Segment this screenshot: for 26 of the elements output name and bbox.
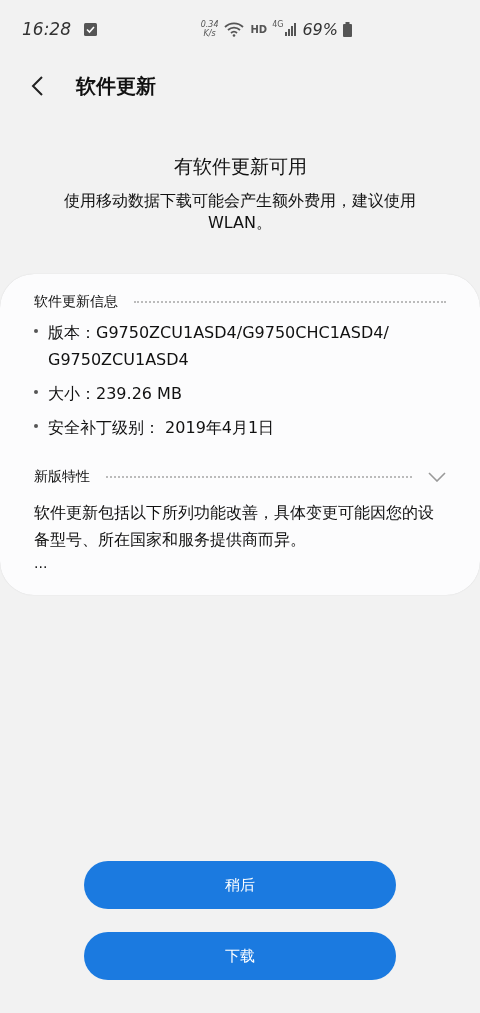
network-type: 4G [272,20,284,29]
notification-icon [84,22,97,36]
info-text: 版本：G9750ZCU1ASD4/G9750CHC1ASD4/ G9750ZCU1ASD4 [48,322,389,371]
hd-indicator: HD [250,23,268,35]
section-heading: 软件更新信息 [34,293,118,311]
status-time: 16:28 [22,19,71,39]
wifi-icon [223,21,246,37]
more-text: ... [34,554,49,573]
expand-icon[interactable] [428,472,446,482]
bullet-icon [34,390,38,394]
info-text: 安全补丁级别： 2019年4月1日 [48,417,275,439]
signal-icon [285,22,298,36]
bullet-icon [34,424,38,428]
data-warning: 使用移动数据下载可能会产生额外费用，建议使用 WLAN。 [63,190,417,234]
features-text: 软件更新包括以下所列功能改善，具体变更可能因您的设备型号、所在国家和服务提供商而异。 [34,502,435,551]
action-button[interactable]: 稍后 [84,861,396,909]
battery-icon [343,21,352,37]
section-heading: 新版特性 [34,468,90,486]
network-speed: 0.34 K/s [200,20,219,38]
back-icon[interactable] [30,75,44,97]
update-title: 有软件更新可用 [172,154,308,179]
battery-level: 69% [302,19,338,39]
bullet-icon [34,329,38,333]
action-button[interactable]: 下载 [84,932,396,980]
page-title: 软件更新 [76,72,156,100]
info-text: 大小：239.26 MB [48,383,182,405]
